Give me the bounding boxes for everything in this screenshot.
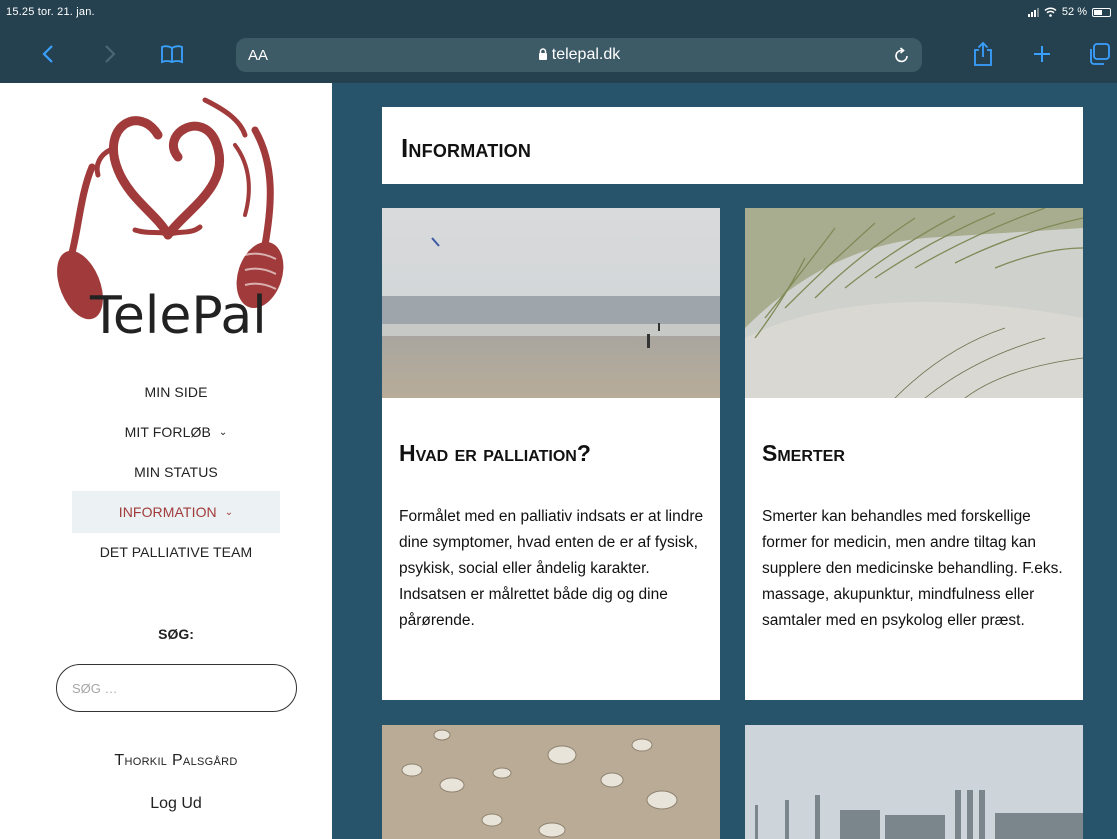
wifi-icon [1044,7,1057,17]
chevron-down-icon: ⌄ [224,506,234,518]
tabs-icon [1090,43,1110,65]
telepal-logo[interactable]: TelePal [40,95,300,355]
status-time: 15.25 tor. 21. jan. [6,6,95,18]
new-tab-icon [1034,46,1050,62]
industrial-skyline-image [745,725,1083,839]
share-button[interactable] [970,40,996,68]
forward-icon [105,45,116,63]
card-title: Smerter [762,440,845,466]
main-content: Information Hvad er palliation? Formålet… [332,83,1117,839]
url-text: telepal.dk [551,46,621,63]
tabs-button[interactable] [1086,40,1112,68]
lock-icon [538,48,547,60]
back-icon [42,45,53,63]
status-bar: 15.25 tor. 21. jan. 52 % [0,0,1117,28]
logout-link[interactable]: Log Ud [0,795,352,813]
bookmarks-icon [161,45,183,64]
card-title: Hvad er palliation? [399,440,591,466]
nav-mit-forloeb[interactable]: MIT FORLØB ⌄ [72,411,280,453]
battery-percent: 52 % [1061,6,1087,18]
logo-wordmark: TelePal [89,286,267,346]
info-card[interactable]: Hvad er palliation? Formålet med en pall… [382,208,720,700]
url-display[interactable]: telepal.dk [236,46,922,64]
search-input[interactable] [56,664,297,712]
nav-label: DET PALLIATIVE TEAM [99,544,253,560]
info-card[interactable]: Smerter Smerter kan behandles med forske… [745,208,1083,700]
battery-icon [1092,7,1111,17]
browser-toolbar: AA telepal.dk [0,28,1117,83]
status-indicators: 52 % [1027,6,1111,18]
nav-label: MIT FORLØB [124,424,211,440]
card-text: Formålet med en palliativ indsats er at … [399,508,704,629]
beach-image [382,208,720,398]
nav-min-status[interactable]: MIN STATUS [72,451,280,493]
card-text: Smerter kan behandles med forskellige fo… [762,508,1063,629]
dune-grass-image [745,208,1083,398]
share-icon [974,41,992,66]
info-card[interactable] [745,725,1083,839]
address-bar[interactable]: AA telepal.dk [236,38,922,72]
reload-button[interactable] [894,46,910,69]
page-title: Information [401,133,532,163]
sidebar: TelePal MIN SIDE MIT FORLØB ⌄ MIN STATUS … [0,83,332,839]
cellular-signal-icon [1027,7,1039,17]
back-button[interactable] [38,40,58,68]
forward-button[interactable] [100,40,120,68]
user-name: Thorkil Palsgård [114,752,238,769]
chevron-down-icon: ⌄ [218,426,228,438]
info-card[interactable] [382,725,720,839]
search-label: SØG: [158,626,194,642]
bookmarks-button[interactable] [158,40,186,68]
new-tab-button[interactable] [1030,40,1054,68]
seashells-image [382,725,720,839]
nav-information[interactable]: INFORMATION ⌄ [72,491,280,533]
nav-min-side[interactable]: MIN SIDE [72,371,280,413]
nav-label: MIN SIDE [144,384,208,400]
reload-icon [895,47,908,63]
nav-label: INFORMATION [118,504,217,520]
nav-label: MIN STATUS [134,464,218,480]
page-title-box: Information [382,107,1083,184]
nav-det-palliative-team[interactable]: DET PALLIATIVE TEAM [72,531,280,573]
